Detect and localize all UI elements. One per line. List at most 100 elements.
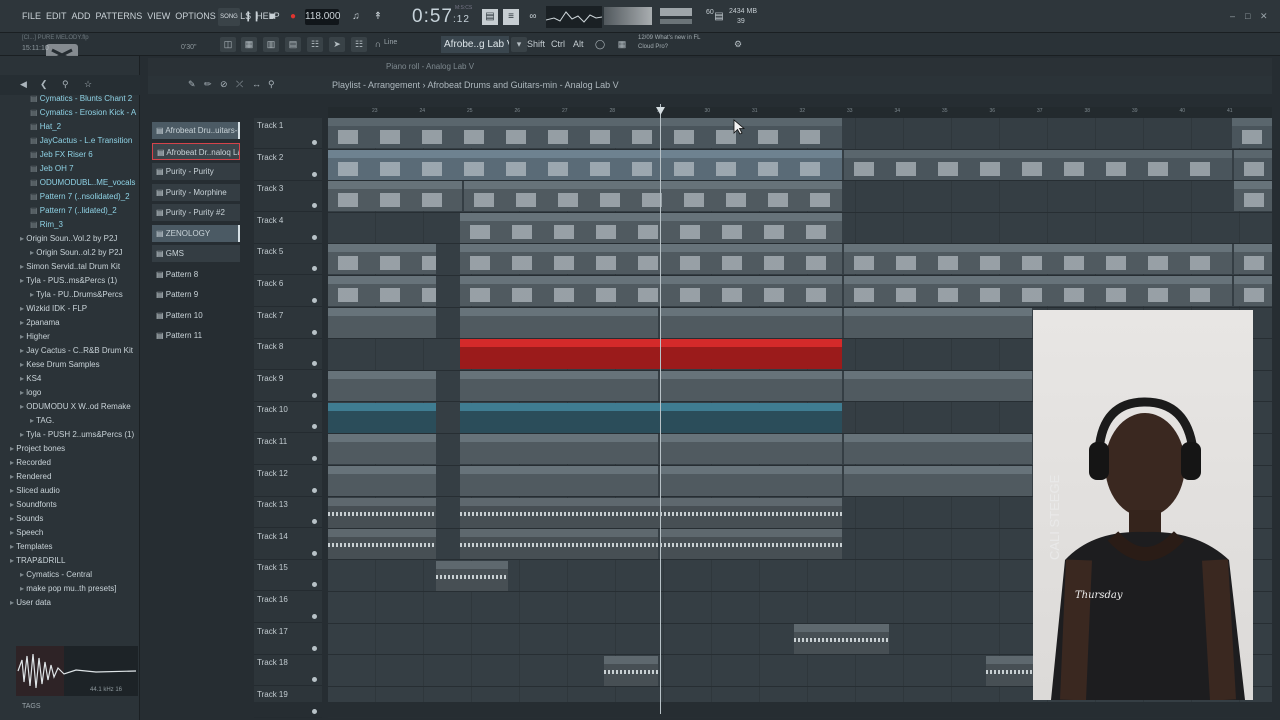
track-header[interactable]: Track 6 (254, 276, 322, 307)
clip-track1-end[interactable]: Afr..b (1232, 118, 1272, 148)
clip-afrowizard[interactable]: AFRO WIZARD_LLS 9_104BPM (794, 624, 889, 654)
picker-item[interactable]: ▤ Pattern 11 (152, 327, 240, 344)
track-mute-led[interactable] (312, 361, 317, 367)
browser-item[interactable]: ▸ KS4 (0, 372, 140, 386)
browser-item[interactable]: ▸ Higher (0, 330, 140, 344)
track-mute-led[interactable] (312, 329, 317, 335)
clip-purity-2[interactable]: Purity - Purity (460, 276, 842, 306)
browser-item[interactable]: ▸ make pop mu..th presets] (0, 582, 140, 596)
picker-item[interactable]: ▤ Pattern 10 (152, 307, 240, 324)
browser-icon[interactable]: ☷ (307, 37, 323, 52)
track-header[interactable]: Track 18 (254, 655, 322, 687)
track-mute-led[interactable] (312, 614, 317, 619)
clip-pattern10-3[interactable]: Pattern 10 (660, 434, 842, 464)
delete-tool-icon[interactable]: ⊘ (220, 79, 228, 90)
clip-drumloop-3[interactable]: FWSP2_papa_drumloop_98 (660, 529, 842, 559)
track-mute-led[interactable] (312, 140, 317, 145)
clip-purity-3[interactable]: Purity - Purity (844, 276, 1232, 306)
track-mute-led[interactable] (312, 392, 317, 398)
browser-back-icon[interactable]: ◀ (20, 79, 27, 90)
track-mute-led[interactable] (312, 645, 317, 651)
shift-modifier[interactable]: Shift (527, 39, 545, 49)
alt-modifier[interactable]: Alt (573, 39, 584, 49)
browser-item[interactable]: ▤ ODUMODUBL..ME_vocals (0, 176, 140, 190)
browser-item[interactable]: ▸ TAG. (0, 414, 140, 428)
track-header[interactable]: Track 8 (254, 339, 322, 371)
menu-edit[interactable]: EDIT (46, 11, 67, 21)
clip-pattern8-3[interactable]: Pattern 8 (660, 308, 842, 338)
browser-item[interactable]: ▸ Cymatics - Central (0, 568, 140, 582)
browser-star-icon[interactable]: ☆ (84, 79, 92, 90)
clip-pattern9-3[interactable]: Pattern 9 (660, 371, 842, 401)
clip-track1-main[interactable]: Afrobeat Drums and ..s-min - Analog Lab … (328, 118, 842, 148)
picker-item[interactable]: ▤ Afrobeat Dr..naloq Lab (152, 142, 240, 160)
track-mute-led[interactable] (312, 487, 317, 493)
wait-input-icon[interactable]: ↟ (370, 9, 386, 25)
browser-item[interactable]: ▸ Wizkid IDK - FLP (0, 302, 140, 316)
track-header[interactable]: Track 10 (254, 402, 322, 434)
browser-item[interactable]: ▸ Soundfonts (0, 498, 140, 512)
track-header[interactable]: Track 5 (254, 244, 322, 276)
picker-item[interactable]: ▤ GMS (152, 245, 240, 262)
picker-item[interactable]: ▤ Purity - Morphine (152, 183, 240, 201)
close-icon[interactable]: ✕ (1260, 11, 1268, 22)
browser-item[interactable]: ▤ Cymatics - Blunts Chant 2 (0, 92, 140, 106)
track-header[interactable]: Track 9 (254, 371, 322, 402)
track-mute-led[interactable] (312, 424, 317, 430)
menu-add[interactable]: ADD (72, 11, 91, 21)
clip-fwsp2-1[interactable]: FWS_..112 FWSP2_wa..la_A_112 (328, 403, 436, 433)
account-icon[interactable]: ⚙ (730, 37, 746, 52)
clip-track2-second[interactable]: Afrobeat Drums and Guitars-mim - Afrobea… (844, 150, 1232, 180)
snap-icon[interactable]: ◫ (220, 37, 236, 52)
track-mute-led[interactable] (312, 171, 317, 177)
clip-morphine-3[interactable]: Purity - Morphine (844, 244, 1232, 274)
channel-rack-icon[interactable]: ▥ (263, 37, 279, 52)
browser-item[interactable]: ▸ Simon Servid..tal Drum Kit (0, 260, 140, 274)
current-instrument-selector[interactable]: Afrobe..g Lab V (441, 36, 509, 53)
clip-shaker-2[interactable]: Shaker (1) (460, 498, 842, 528)
track-mute-led[interactable] (312, 550, 317, 556)
tempo-display[interactable]: 118.000 (305, 9, 340, 25)
clip-purity-1[interactable]: Purity - Purity (328, 276, 436, 306)
timeline-ruler[interactable]: 23242526272829303132333435363738394041 (328, 107, 1272, 118)
maximize-icon[interactable]: □ (1245, 11, 1250, 21)
track-mute-led[interactable] (312, 266, 317, 272)
downloads-icon[interactable]: ▦ (614, 37, 630, 52)
browser-item[interactable]: ▸ Speech (0, 526, 140, 540)
clip-purity-4[interactable]: Pu..ity (1234, 276, 1272, 306)
step-edit-icon[interactable]: ≡ (503, 9, 519, 25)
clip-pattern8-1[interactable]: Pattern 8 (328, 308, 436, 338)
browser-item[interactable]: ▸ Tyla - PUSH 2..ums&Percs (1) (0, 428, 140, 442)
clip-drumloop-2[interactable]: FWSP2_papa_drumloop_98 (460, 529, 658, 559)
picker-item[interactable]: ▤ Purity - Purity #2 (152, 204, 240, 221)
picker-item[interactable]: ▤ ZENOLOGY (152, 224, 240, 242)
clip-pattern8-2[interactable]: Pattern 8 (460, 308, 658, 338)
browser-item[interactable]: ▤ Jeb FX Riser 6 (0, 148, 140, 162)
picker-item[interactable]: ▤ Purity - Purity (152, 163, 240, 180)
pattern-song-toggle[interactable]: SONG (218, 8, 240, 26)
browser-item[interactable]: ▤ Hat_2 (0, 120, 140, 134)
news-panel[interactable]: 12/09 What's new in FL Cloud Pro? (638, 34, 701, 52)
pause-icon[interactable]: ❙❙ (244, 9, 261, 25)
track-header[interactable]: Track 15 (254, 560, 322, 592)
browser-item[interactable]: ▸ ODUMODU X W..od Remake (0, 400, 140, 414)
clip-morphine-4[interactable]: Pu..ine (1234, 244, 1272, 274)
clip-pattern9-4[interactable]: Pattern 9 (844, 371, 1032, 401)
clip-pattern11-1[interactable]: Pattern 11 (328, 466, 436, 496)
browser-item[interactable]: ▤ JayCactus - L.e Transition (0, 134, 140, 148)
browser-item[interactable]: ▸ Templates (0, 540, 140, 554)
browser-item[interactable]: ▸ Project bones (0, 442, 140, 456)
browser-item[interactable]: ▸ Sliced audio (0, 484, 140, 498)
minimize-icon[interactable]: – (1230, 11, 1235, 21)
clip-pattern11-2[interactable]: Pattern 11 (460, 466, 658, 496)
mixer-icon[interactable]: ▦ (241, 37, 257, 52)
instrument-dropdown-icon[interactable]: ▾ (511, 37, 527, 52)
browser-item[interactable]: ▸ 2panama (0, 316, 140, 330)
clip-zenology-1[interactable]: ZENOLOGY (328, 181, 462, 211)
clip-afrowiz[interactable]: AFRO WIZ_1_118BPM (436, 561, 508, 591)
news-icon[interactable]: ◯ (592, 37, 608, 52)
track-header[interactable]: Track 19 (254, 687, 322, 718)
clip-pattern10-4[interactable]: Pattern 10 (844, 434, 1032, 464)
clip-saharsounds[interactable]: Saharsounds - Afro Bop SH 2 (460, 339, 842, 369)
ctrl-modifier[interactable]: Ctrl (551, 39, 565, 49)
